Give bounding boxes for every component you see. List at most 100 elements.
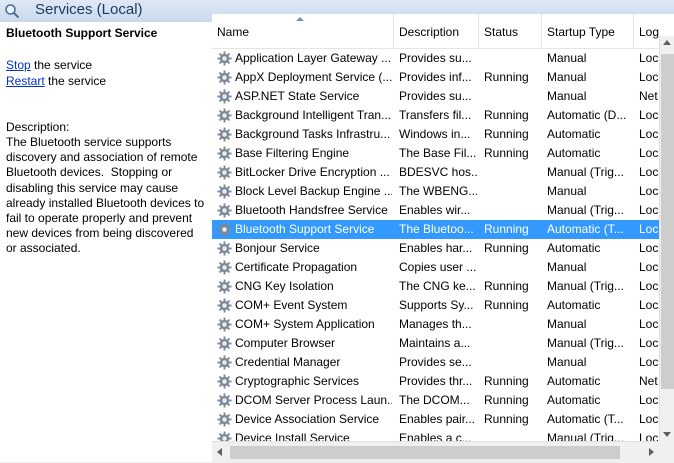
service-name: AppX Deployment Service (... xyxy=(235,70,392,84)
gear-icon xyxy=(217,412,232,427)
service-description: Enables har... xyxy=(399,241,473,255)
service-name: Certificate Propagation xyxy=(235,260,358,274)
service-name: Cryptographic Services xyxy=(235,374,360,388)
service-name: BitLocker Drive Encryption ... xyxy=(235,165,390,179)
gear-icon xyxy=(217,279,232,294)
service-status: Running xyxy=(484,393,529,407)
scroll-up-arrow-icon[interactable] xyxy=(663,40,671,45)
service-row[interactable]: ASP.NET State Service Provides su... Manua… xyxy=(212,87,660,106)
service-row[interactable]: Certificate Propagation Copies user ... Ma… xyxy=(212,258,660,277)
service-status: Running xyxy=(484,412,529,426)
service-row[interactable]: BitLocker Drive Encryption ... BDESVC hos… xyxy=(212,163,660,182)
column-header-name[interactable]: Name xyxy=(212,14,394,48)
service-startup-type: Automatic xyxy=(547,298,601,312)
service-row[interactable]: Bluetooth Handsfree Service Enables wir..… xyxy=(212,201,660,220)
description-label: Description: xyxy=(6,120,70,134)
service-description: Transfers fil... xyxy=(399,108,472,122)
scrollbar-corner xyxy=(659,441,674,462)
service-description: Provides su... xyxy=(399,51,472,65)
service-description: The Bluetoo... xyxy=(399,222,474,236)
vertical-scroll-thumb[interactable] xyxy=(661,54,674,389)
service-description: Maintains a... xyxy=(399,336,471,350)
service-description: Copies user ... xyxy=(399,260,477,274)
service-row[interactable]: Base Filtering Engine The Base Fil... Runn… xyxy=(212,144,660,163)
service-status: Running xyxy=(484,241,529,255)
scroll-left-arrow-icon[interactable] xyxy=(217,448,222,456)
service-name: Bonjour Service xyxy=(235,241,320,255)
service-startup-type: Manual (Trig... xyxy=(547,279,624,293)
service-row[interactable]: Application Layer Gateway ... Provides su… xyxy=(212,49,660,68)
service-row[interactable]: Device Association Service Enables pair..… xyxy=(212,410,660,429)
service-startup-type: Manual xyxy=(547,70,587,84)
column-header-row: Name Description Status Startup Type Log xyxy=(212,14,674,49)
service-row[interactable]: Block Level Backup Engine ... The WBENG..… xyxy=(212,182,660,201)
service-row[interactable]: Bluetooth Support Service The Bluetoo... R… xyxy=(212,220,660,239)
scroll-down-arrow-icon[interactable] xyxy=(663,432,671,437)
column-header-startup-type[interactable]: Startup Type xyxy=(542,14,634,48)
service-row[interactable]: Bonjour Service Enables har... Running Auto… xyxy=(212,239,660,258)
service-description: Enables pair... xyxy=(399,412,476,426)
service-row[interactable]: Background Tasks Infrastru... Windows in.… xyxy=(212,125,660,144)
service-status: Running xyxy=(484,108,529,122)
gear-icon xyxy=(217,165,232,180)
service-row[interactable]: AppX Deployment Service (... Provides inf… xyxy=(212,68,660,87)
horizontal-scroll-thumb[interactable] xyxy=(230,446,620,459)
stop-service-link[interactable]: Stop xyxy=(6,58,31,72)
vertical-scrollbar[interactable] xyxy=(659,36,674,441)
service-row[interactable]: DCOM Server Process Laun... The DCOM... Ru… xyxy=(212,391,660,410)
service-description: The CNG ke... xyxy=(399,279,476,293)
service-startup-type: Manual (Trig... xyxy=(547,165,624,179)
service-name: COM+ System Application xyxy=(235,317,375,331)
service-name: Base Filtering Engine xyxy=(235,146,350,160)
service-startup-type: Manual xyxy=(547,89,587,103)
service-status: Running xyxy=(484,127,529,141)
service-description: BDESVC hos... xyxy=(399,165,477,179)
service-description: Supports Sy... xyxy=(399,298,474,312)
search-icon xyxy=(5,4,20,19)
service-row[interactable]: Background Intelligent Tran... Transfers … xyxy=(212,106,660,125)
service-description: The Base Fil... xyxy=(399,146,477,160)
service-description-text: The Bluetooth service supports discovery… xyxy=(6,135,205,256)
service-row[interactable]: Computer Browser Maintains a... Manual (Tr… xyxy=(212,334,660,353)
service-description: Provides inf... xyxy=(399,70,472,84)
scroll-right-arrow-icon[interactable] xyxy=(649,448,654,456)
service-row[interactable]: CNG Key Isolation The CNG ke... Running Man… xyxy=(212,277,660,296)
service-description: Manages th... xyxy=(399,317,472,331)
service-description: Provides se... xyxy=(399,355,472,369)
service-name: Background Intelligent Tran... xyxy=(235,108,392,122)
stop-action: Stop the service xyxy=(6,58,93,72)
horizontal-scrollbar[interactable] xyxy=(212,441,659,463)
restart-service-link[interactable]: Restart xyxy=(6,74,45,88)
gear-icon xyxy=(217,317,232,332)
column-header-description[interactable]: Description xyxy=(394,14,479,48)
service-startup-type: Manual xyxy=(547,260,587,274)
service-row[interactable]: COM+ Event System Supports Sy... Running Au… xyxy=(212,296,660,315)
service-description: Windows in... xyxy=(399,127,471,141)
service-startup-type: Automatic (T... xyxy=(547,412,624,426)
service-startup-type: Manual xyxy=(547,317,587,331)
service-row[interactable]: Credential Manager Provides se... Manual Lo… xyxy=(212,353,660,372)
service-description: Provides su... xyxy=(399,89,472,103)
service-row[interactable]: Cryptographic Services Provides thr... Run… xyxy=(212,372,660,391)
service-description: The DCOM... xyxy=(399,393,470,407)
service-row[interactable]: COM+ System Application Manages th... Manu… xyxy=(212,315,660,334)
extended-description-pane: Bluetooth Support Service Stop the servi… xyxy=(0,22,213,462)
service-name: Block Level Backup Engine ... xyxy=(235,184,392,198)
gear-icon xyxy=(217,184,232,199)
service-startup-type: Automatic xyxy=(547,374,601,388)
service-startup-type: Automatic xyxy=(547,393,601,407)
service-startup-type: Automatic xyxy=(547,241,601,255)
services-list[interactable]: Name Description Status Startup Type Log… xyxy=(212,14,674,462)
service-startup-type: Manual (Trig... xyxy=(547,336,624,350)
gear-icon xyxy=(217,355,232,370)
service-startup-type: Manual xyxy=(547,51,587,65)
service-startup-type: Automatic (D... xyxy=(547,108,627,122)
service-name: Background Tasks Infrastru... xyxy=(235,127,391,141)
service-name: Computer Browser xyxy=(235,336,336,350)
gear-icon xyxy=(217,260,232,275)
service-startup-type: Manual xyxy=(547,184,587,198)
service-name: COM+ Event System xyxy=(235,298,348,312)
gear-icon xyxy=(217,127,232,142)
column-header-status[interactable]: Status xyxy=(479,14,542,48)
service-name: CNG Key Isolation xyxy=(235,279,334,293)
